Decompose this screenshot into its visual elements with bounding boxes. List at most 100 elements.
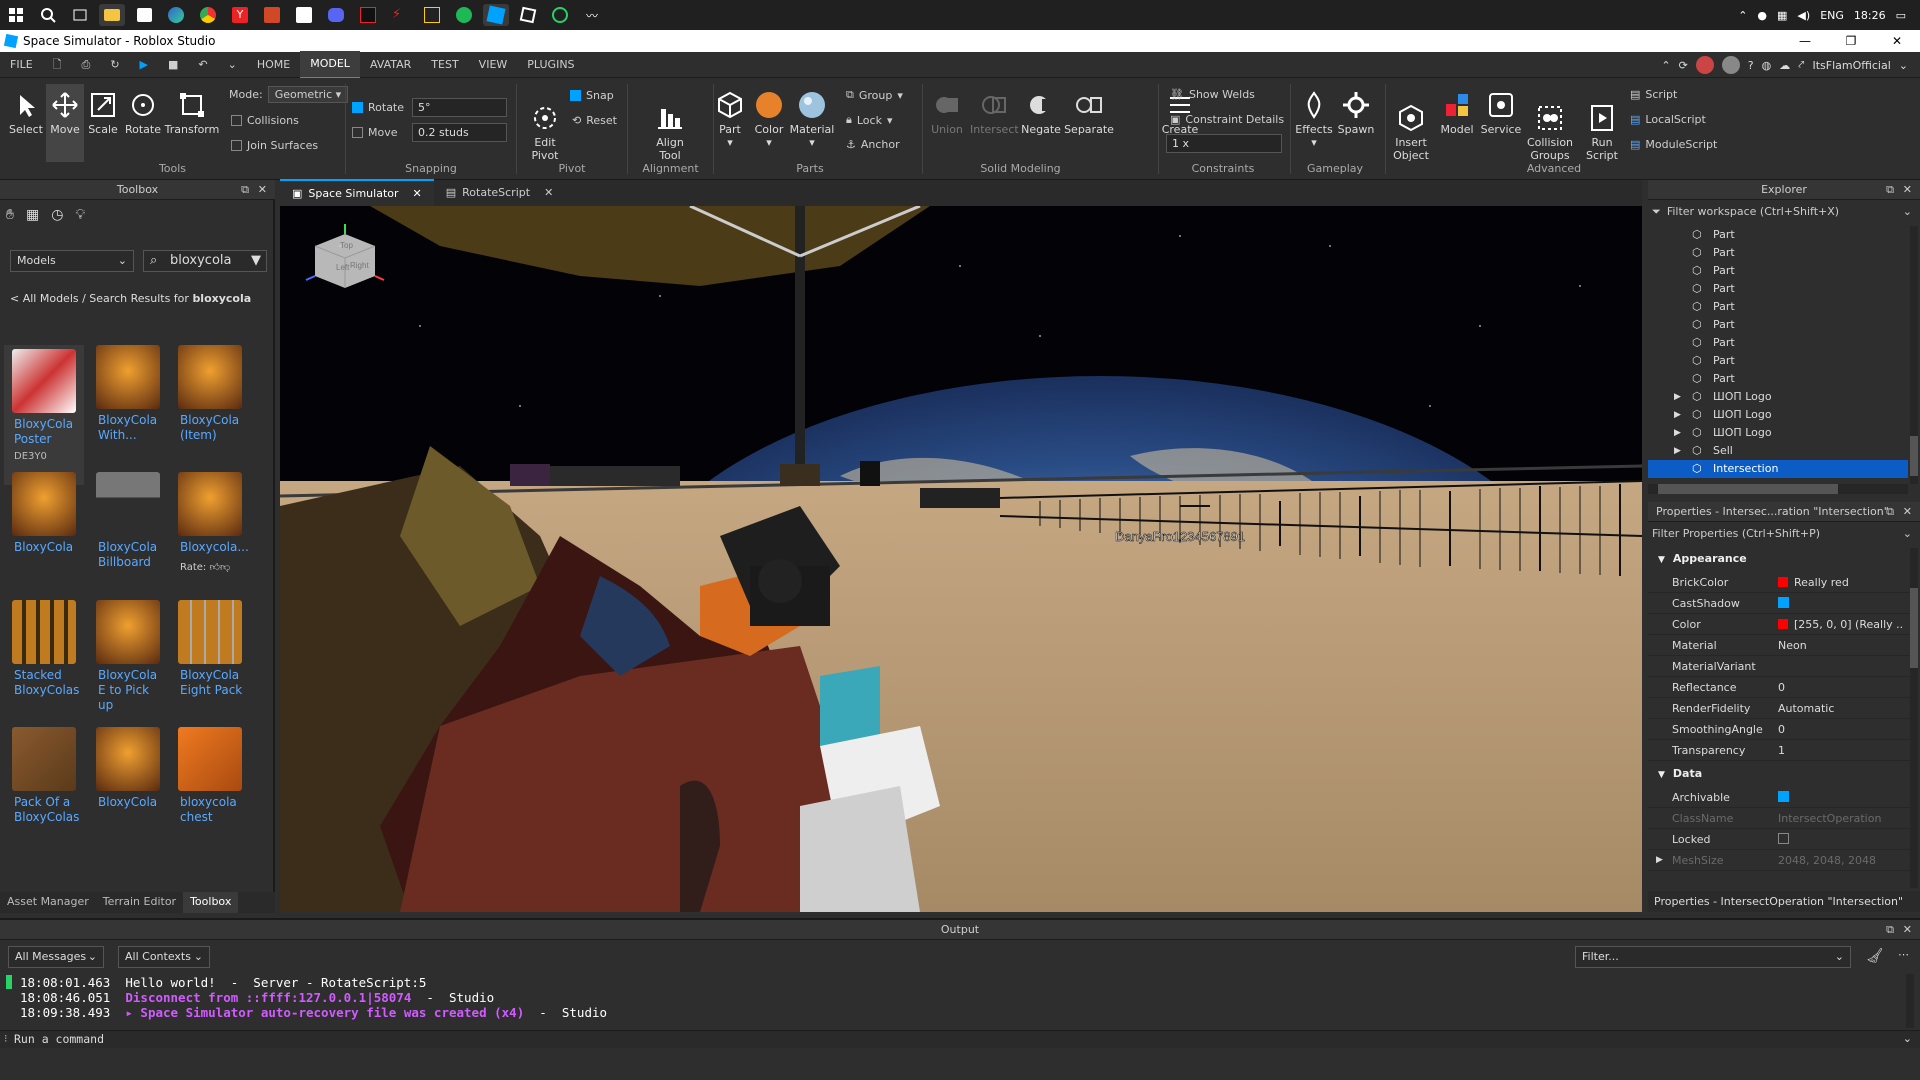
model-button[interactable]: Model [1436, 90, 1478, 136]
help-icon[interactable]: ? [1748, 59, 1754, 72]
toolbox-item[interactable]: bloxycola chest [170, 727, 250, 825]
roblox-studio-icon[interactable] [483, 4, 509, 26]
tab-space-simulator[interactable]: ▣ Space Simulator ✕ [280, 179, 434, 207]
toolbox-item[interactable]: BloxyCola E to Pick up [88, 600, 168, 713]
undo-icon[interactable]: ↶ [188, 52, 217, 78]
toolbox-item-name[interactable]: Bloxycola... [170, 540, 250, 555]
undock-icon[interactable]: ⧉ [1886, 502, 1894, 522]
contexts-filter-dropdown[interactable]: All Contexts ⌄ [118, 946, 210, 968]
network-icon[interactable]: ▦ [1777, 9, 1787, 22]
share-link-icon[interactable]: ⤤ [1798, 58, 1804, 72]
share-icon[interactable]: ⟳ [1679, 59, 1688, 72]
explorer-item[interactable]: ⬡ Part [1648, 244, 1908, 262]
toolbox-item-thumbnail[interactable] [12, 727, 76, 791]
explorer-item[interactable]: ⬡ Part [1648, 298, 1908, 316]
toolbox-item-thumbnail[interactable] [96, 345, 160, 409]
toolbox-item-thumbnail[interactable] [12, 349, 76, 413]
username[interactable]: ItsFlamOfficial [1812, 59, 1890, 72]
explorer-item[interactable]: ⬡ Part [1648, 262, 1908, 280]
avatar-2[interactable] [1721, 56, 1740, 74]
toolbox-item[interactable]: Bloxycola... Rate: 👍︎👎︎ [170, 472, 250, 573]
rotate-snap-toggle[interactable]: Rotate [352, 101, 404, 114]
toolbox-item-name[interactable]: bloxycola chest [170, 795, 250, 825]
tab-model[interactable]: MODEL [300, 50, 360, 79]
toolbox-item-name[interactable]: BloxyCola With... [88, 413, 168, 443]
new-file-icon[interactable]: 🗋 [43, 52, 72, 78]
property-row[interactable]: BrickColor Really red [1648, 572, 1910, 593]
toolbox-item[interactable]: BloxyCola Eight Pack [170, 600, 250, 698]
view-cube-top[interactable]: Top [340, 241, 353, 250]
app-icon-wave[interactable]: 〰 [579, 4, 605, 26]
toolbox-item-creator[interactable]: DE3Y0 [4, 451, 84, 462]
property-row[interactable]: Material Neon [1648, 635, 1910, 656]
notifications-icon[interactable]: ▭ [1896, 9, 1906, 22]
category-data[interactable]: ▼ Data [1648, 763, 1910, 785]
start-icon[interactable] [3, 4, 29, 26]
explorer-item[interactable]: ▶ ⬡ ШОП Logo [1648, 406, 1908, 424]
toolbox-item-thumbnail[interactable] [178, 727, 242, 791]
property-row[interactable]: Reflectance 0 [1648, 677, 1910, 698]
redo-icon[interactable]: ↻ [100, 52, 129, 78]
search-icon[interactable] [35, 4, 61, 26]
property-row[interactable]: RenderFidelity Automatic [1648, 698, 1910, 719]
toolbox-item-thumbnail[interactable] [12, 600, 76, 664]
tab-home[interactable]: HOME [247, 52, 300, 78]
messages-filter-dropdown[interactable]: All Messages ⌄ [8, 946, 104, 968]
property-checkbox[interactable] [1778, 833, 1789, 844]
command-bar[interactable]: ⁝ Run a command ⌄ [0, 1030, 1920, 1048]
align-tool-button[interactable]: Align Tool [640, 90, 700, 162]
rotate-button[interactable]: Rotate [124, 90, 162, 136]
3d-viewport[interactable]: Left Right Top DanyaPro1234567891 [280, 206, 1642, 912]
toolbox-item-thumbnail[interactable] [96, 600, 160, 664]
more-options-icon[interactable]: ⋯ [1898, 948, 1909, 961]
collision-groups-button[interactable]: Collision Groups [1524, 90, 1576, 162]
task-view-icon[interactable] [67, 4, 93, 26]
app-icon-red[interactable] [355, 4, 381, 26]
run-script-button[interactable]: Run Script [1580, 90, 1624, 162]
explorer-item[interactable]: ⬡ Part [1648, 370, 1908, 388]
show-welds-toggle[interactable]: ⛓ Show Welds [1170, 88, 1255, 101]
toolbox-item-thumbnail[interactable] [12, 472, 76, 536]
property-row[interactable]: Archivable [1648, 787, 1910, 808]
rotate-snap-input[interactable]: 5° [412, 98, 507, 117]
toolbox-item-thumbnail[interactable] [96, 472, 160, 536]
cloud-icon[interactable]: ☁ [1779, 59, 1790, 72]
toolbox-item-name[interactable]: BloxyCola Eight Pack [170, 668, 250, 698]
explorer-item[interactable]: ▶ ⬡ ШОП Logo [1648, 388, 1908, 406]
expand-arrow-icon[interactable]: ▶ [1674, 442, 1681, 460]
close-icon[interactable]: ✕ [1903, 920, 1912, 940]
effects-button[interactable]: Effects ▾ [1294, 90, 1334, 149]
property-row[interactable]: SmoothingAngle 0 [1648, 719, 1910, 740]
spawn-button[interactable]: Spawn [1336, 90, 1376, 136]
script-button[interactable]: ▤ Script [1630, 88, 1677, 101]
calendar-app-icon[interactable] [131, 4, 157, 26]
whatsapp-icon[interactable] [547, 4, 573, 26]
spotify-icon[interactable] [451, 4, 477, 26]
toolbox-item-thumbnail[interactable] [178, 472, 242, 536]
property-row[interactable]: MaterialVariant [1648, 656, 1910, 677]
clear-output-icon[interactable]: 🧹︎ [1866, 948, 1884, 964]
powerpoint-icon[interactable] [259, 4, 285, 26]
explorer-scrollbar[interactable] [1910, 226, 1918, 484]
output-scrollbar[interactable] [1906, 974, 1914, 1028]
scale-button[interactable]: Scale [86, 90, 120, 136]
mode-dropdown[interactable]: Geometric ▾ [267, 86, 349, 103]
toolbox-item-thumbnail[interactable] [178, 600, 242, 664]
yandex-icon[interactable]: Y [227, 4, 253, 26]
close-icon[interactable]: ✕ [544, 180, 553, 206]
color-swatch[interactable] [1778, 577, 1788, 587]
tab-avatar[interactable]: AVATAR [360, 52, 421, 78]
anchor-button[interactable]: ⚓︎ Anchor [846, 138, 900, 151]
tab-toolbox[interactable]: Toolbox [183, 892, 239, 913]
minimize-icon[interactable]: — [1782, 30, 1828, 52]
view-cube-right[interactable]: Right [350, 261, 369, 270]
keyboard-lang[interactable]: ENG [1820, 9, 1844, 22]
service-button[interactable]: Service [1480, 90, 1522, 136]
toolbox-item[interactable]: BloxyCola Poster DE3Y0 [4, 345, 84, 485]
toolbox-item[interactable]: BloxyCola (Item) [170, 345, 250, 443]
explorer-item[interactable]: ⬡ Part [1648, 280, 1908, 298]
insert-object-button[interactable]: Insert Object [1388, 90, 1434, 162]
constraint-scale-input[interactable]: 1 x [1166, 134, 1282, 153]
color-button[interactable]: Color ▾ [752, 90, 786, 149]
union-button[interactable]: Union [926, 90, 968, 136]
